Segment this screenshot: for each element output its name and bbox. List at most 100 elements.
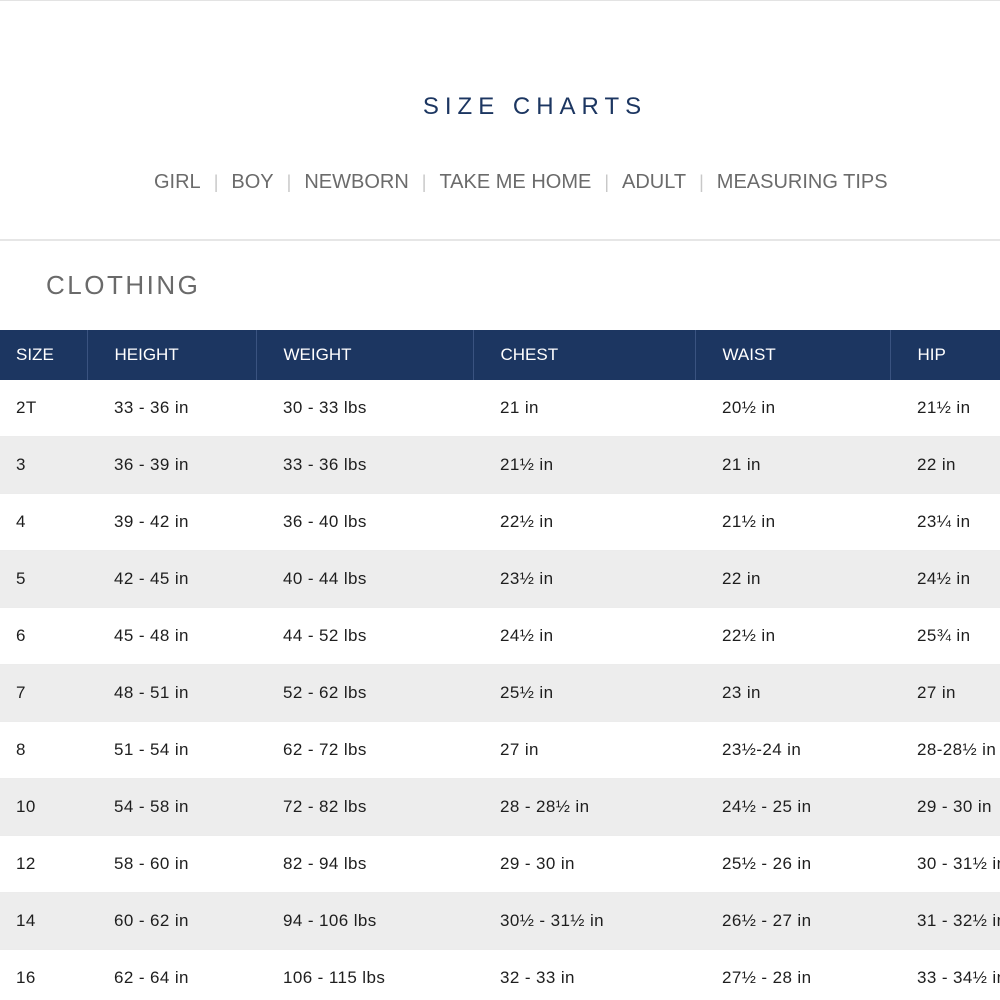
table-row: 8 51 - 54 in 62 - 72 lbs 27 in 23½-24 in 28-2… — [0, 721, 1000, 779]
cell-size: 2T — [0, 380, 87, 437]
cell-chest: 30½ - 31½ in — [473, 892, 695, 950]
cell-height: 42 - 45 in — [87, 550, 256, 608]
cell-size: 7 — [0, 664, 87, 722]
cell-waist: 21 in — [695, 436, 890, 494]
cell-waist: 27½ - 28 in — [695, 949, 890, 1000]
table-row: 14 60 - 62 in 94 - 106 lbs 30½ - 31½ in 26½ … — [0, 892, 1000, 950]
nav-separator: | — [286, 172, 292, 192]
page-title: SIZE CHARTS — [422, 93, 648, 120]
nav-separator: | — [421, 172, 427, 192]
cell-waist: 25½ - 26 in — [695, 835, 890, 893]
table-row: 2T 33 - 36 in 30 - 33 lbs 21 in 20½ in 21½ in — [0, 380, 1000, 437]
column-header-height: HEIGHT — [87, 330, 257, 380]
cell-weight: 40 - 44 lbs — [256, 550, 473, 608]
cell-chest: 27 in — [473, 721, 695, 779]
cell-chest: 29 - 30 in — [473, 835, 695, 893]
cell-hip: 33 - 34½ in — [890, 949, 1000, 1000]
size-category-nav: GIRL | BOY | NEWBORN | TAKE ME HOME | AD… — [154, 168, 888, 196]
cell-waist: 22½ in — [695, 607, 890, 665]
cell-weight: 82 - 94 lbs — [256, 835, 473, 893]
column-header-weight: WEIGHT — [256, 330, 474, 380]
cell-weight: 72 - 82 lbs — [256, 778, 473, 836]
cell-hip: 23¼ in — [890, 493, 1000, 551]
cell-waist: 20½ in — [695, 380, 890, 437]
cell-size: 14 — [0, 892, 87, 950]
cell-height: 54 - 58 in — [87, 778, 256, 836]
cell-chest: 28 - 28½ in — [473, 778, 695, 836]
cell-height: 45 - 48 in — [87, 607, 256, 665]
cell-chest: 23½ in — [473, 550, 695, 608]
cell-height: 48 - 51 in — [87, 664, 256, 722]
column-header-size: SIZE — [0, 330, 88, 380]
size-table-container[interactable]: SIZE HEIGHT WEIGHT CHEST WAIST HIP 2T 33 … — [0, 330, 1000, 1000]
column-header-hip: HIP — [890, 330, 1000, 380]
cell-height: 39 - 42 in — [87, 493, 256, 551]
cell-hip: 22 in — [890, 436, 1000, 494]
table-row: 4 39 - 42 in 36 - 40 lbs 22½ in 21½ in 23¼ in — [0, 493, 1000, 551]
cell-hip: 24½ in — [890, 550, 1000, 608]
cell-weight: 44 - 52 lbs — [256, 607, 473, 665]
table-row: 5 42 - 45 in 40 - 44 lbs 23½ in 22 in 24½ in — [0, 550, 1000, 608]
nav-item-take-me-home[interactable]: TAKE ME HOME — [439, 168, 591, 196]
section-divider — [0, 239, 1000, 241]
cell-hip: 30 - 31½ in — [890, 835, 1000, 893]
table-header-row: SIZE HEIGHT WEIGHT CHEST WAIST HIP — [0, 330, 1000, 380]
cell-weight: 52 - 62 lbs — [256, 664, 473, 722]
cell-weight: 33 - 36 lbs — [256, 436, 473, 494]
nav-separator: | — [699, 172, 704, 192]
nav-item-adult[interactable]: ADULT — [622, 168, 686, 196]
nav-separator: | — [604, 172, 610, 192]
size-table: SIZE HEIGHT WEIGHT CHEST WAIST HIP 2T 33 … — [0, 330, 1000, 1000]
cell-height: 36 - 39 in — [87, 436, 256, 494]
cell-chest: 25½ in — [473, 664, 695, 722]
cell-height: 51 - 54 in — [87, 721, 256, 779]
column-header-chest: CHEST — [473, 330, 696, 380]
cell-height: 62 - 64 in — [87, 949, 256, 1000]
cell-height: 58 - 60 in — [87, 835, 256, 893]
table-row: 3 36 - 39 in 33 - 36 lbs 21½ in 21 in 22 in — [0, 436, 1000, 494]
table-row: 7 48 - 51 in 52 - 62 lbs 25½ in 23 in 27 in — [0, 664, 1000, 722]
table-row: 16 62 - 64 in 106 - 115 lbs 32 - 33 in 27½ -… — [0, 949, 1000, 1000]
cell-size: 4 — [0, 493, 87, 551]
cell-size: 5 — [0, 550, 87, 608]
cell-hip: 21½ in — [890, 380, 1000, 437]
table-body: 2T 33 - 36 in 30 - 33 lbs 21 in 20½ in 21½ in… — [0, 380, 1000, 1000]
nav-item-boy[interactable]: BOY — [231, 168, 273, 196]
column-header-waist: WAIST — [695, 330, 891, 380]
nav-item-measuring-tips[interactable]: MEASURING TIPS — [717, 168, 888, 196]
cell-size: 3 — [0, 436, 87, 494]
cell-size: 8 — [0, 721, 87, 779]
cell-weight: 62 - 72 lbs — [256, 721, 473, 779]
section-title-clothing: CLOTHING — [46, 270, 201, 300]
cell-weight: 30 - 33 lbs — [256, 380, 473, 437]
cell-hip: 31 - 32½ in — [890, 892, 1000, 950]
table-row: 12 58 - 60 in 82 - 94 lbs 29 - 30 in 25½ - 2… — [0, 835, 1000, 893]
cell-chest: 21 in — [473, 380, 695, 437]
top-divider — [0, 0, 1000, 1]
nav-item-newborn[interactable]: NEWBORN — [304, 168, 408, 196]
nav-separator: | — [213, 172, 219, 192]
cell-hip: 27 in — [890, 664, 1000, 722]
cell-size: 6 — [0, 607, 87, 665]
size-charts-page: SIZE CHARTS GIRL | BOY | NEWBORN | TAKE … — [0, 0, 1000, 1000]
table-row: 6 45 - 48 in 44 - 52 lbs 24½ in 22½ in 25¾ in — [0, 607, 1000, 665]
cell-weight: 106 - 115 lbs — [256, 949, 473, 1000]
table-header: SIZE HEIGHT WEIGHT CHEST WAIST HIP — [0, 330, 1000, 380]
cell-waist: 23 in — [695, 664, 890, 722]
cell-size: 16 — [0, 949, 87, 1000]
cell-chest: 32 - 33 in — [473, 949, 695, 1000]
nav-item-girl[interactable]: GIRL — [154, 168, 201, 196]
cell-weight: 36 - 40 lbs — [256, 493, 473, 551]
cell-hip: 29 - 30 in — [890, 778, 1000, 836]
cell-height: 60 - 62 in — [87, 892, 256, 950]
cell-height: 33 - 36 in — [87, 380, 256, 437]
cell-chest: 24½ in — [473, 607, 695, 665]
cell-chest: 22½ in — [473, 493, 695, 551]
cell-waist: 23½-24 in — [695, 721, 890, 779]
cell-chest: 21½ in — [473, 436, 695, 494]
cell-waist: 21½ in — [695, 493, 890, 551]
table-row: 10 54 - 58 in 72 - 82 lbs 28 - 28½ in 24½ - … — [0, 778, 1000, 836]
cell-size: 12 — [0, 835, 87, 893]
cell-waist: 26½ - 27 in — [695, 892, 890, 950]
cell-weight: 94 - 106 lbs — [256, 892, 473, 950]
